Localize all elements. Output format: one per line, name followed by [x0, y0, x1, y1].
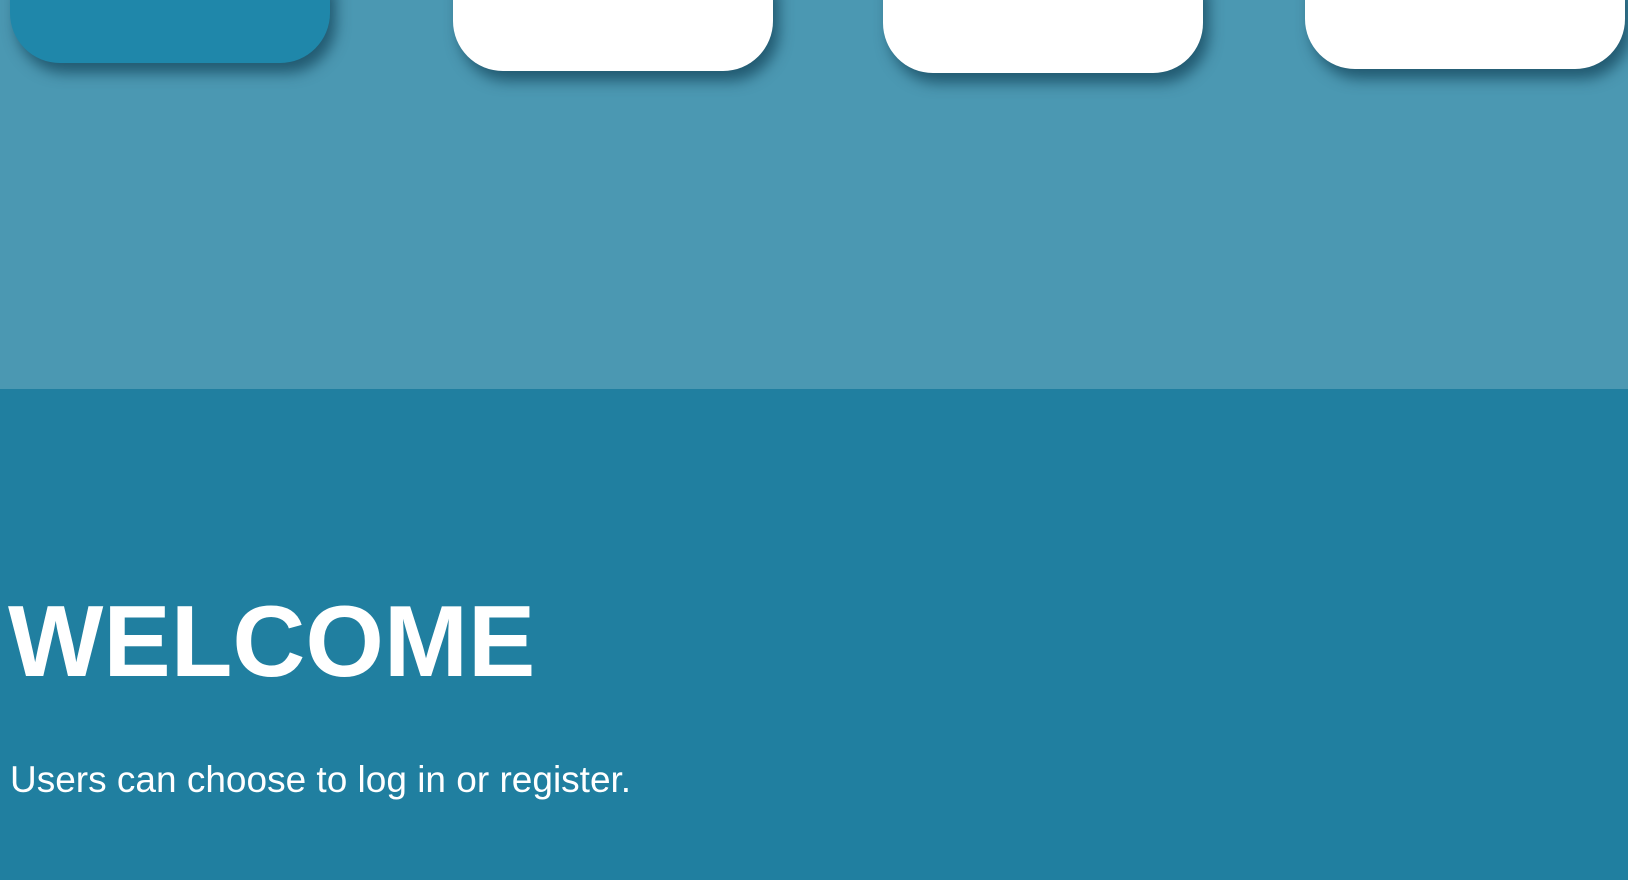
top-band — [0, 0, 1628, 389]
nav-card-1[interactable] — [10, 0, 330, 63]
page: WELCOME Users can choose to log in or re… — [0, 0, 1628, 880]
welcome-subtitle: Users can choose to log in or register. — [10, 759, 632, 800]
nav-card-4[interactable] — [1305, 0, 1625, 69]
nav-card-3[interactable] — [883, 0, 1203, 73]
nav-card-2[interactable] — [453, 0, 773, 71]
welcome-title: WELCOME — [8, 586, 536, 698]
